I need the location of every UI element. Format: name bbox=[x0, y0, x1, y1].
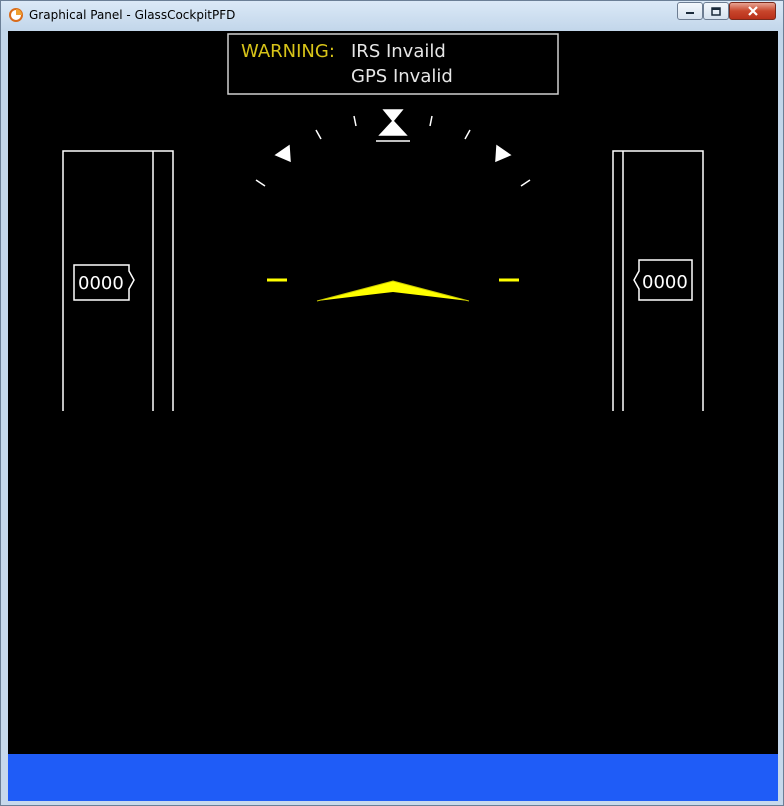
primary-flight-display: WARNING: IRS Invaild GPS Invalid 0000 00… bbox=[62, 33, 704, 411]
close-icon bbox=[747, 6, 758, 16]
close-button[interactable] bbox=[729, 2, 776, 20]
warning-box: WARNING: IRS Invaild GPS Invalid bbox=[227, 33, 559, 95]
roll-tick bbox=[353, 115, 357, 127]
roll-triangle-right bbox=[495, 144, 512, 163]
altitude-readout: 0000 bbox=[642, 272, 688, 293]
pfd-panel: WARNING: IRS Invaild GPS Invalid 0000 00… bbox=[8, 31, 778, 801]
speed-readout: 0000 bbox=[78, 273, 124, 294]
warning-message: GPS Invalid bbox=[351, 66, 453, 87]
window-title: Graphical Panel - GlassCockpitPFD bbox=[29, 8, 236, 22]
roll-triangle-left bbox=[274, 144, 291, 163]
minimize-icon bbox=[686, 12, 694, 14]
application-window: Graphical Panel - GlassCockpitPFD WARNIN… bbox=[0, 0, 784, 806]
warning-label: WARNING: bbox=[241, 41, 335, 62]
aircraft-chevron bbox=[317, 281, 469, 301]
roll-zero-marker bbox=[382, 109, 404, 123]
app-icon bbox=[9, 8, 23, 22]
roll-scale bbox=[255, 109, 531, 187]
altitude-tape: 0000 bbox=[612, 150, 704, 411]
title-bar[interactable]: Graphical Panel - GlassCockpitPFD bbox=[1, 1, 783, 31]
roll-tick bbox=[429, 115, 433, 127]
warning-message: IRS Invaild bbox=[351, 41, 446, 62]
roll-tick bbox=[464, 129, 471, 140]
maximize-icon bbox=[711, 6, 721, 16]
status-bar bbox=[8, 754, 778, 801]
roll-tick bbox=[520, 179, 531, 187]
roll-tick bbox=[255, 179, 266, 187]
maximize-button[interactable] bbox=[703, 2, 729, 20]
roll-pointer bbox=[378, 119, 408, 136]
aircraft-symbol bbox=[267, 278, 519, 302]
roll-tick bbox=[315, 129, 322, 140]
speed-tape: 0000 bbox=[62, 150, 174, 411]
minimize-button[interactable] bbox=[677, 2, 703, 20]
